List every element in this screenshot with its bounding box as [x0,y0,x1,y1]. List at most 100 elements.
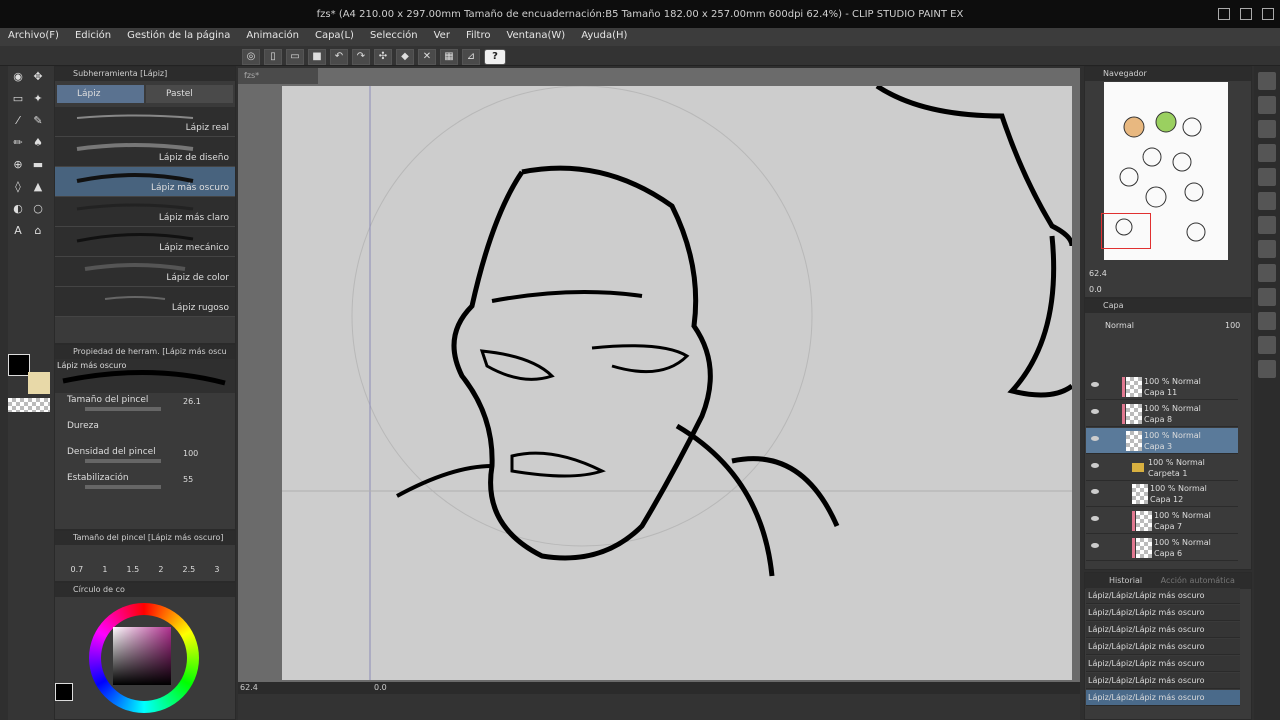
menu-gestion-pagina[interactable]: Gestión de la página [119,28,238,46]
frame-tool-icon[interactable]: ⌂ [30,223,46,239]
layer-item[interactable]: 100 % Normal Capa 8 [1086,401,1238,427]
stabilization-row[interactable]: Estabilización 55 [55,471,235,497]
navigator-viewport[interactable] [1101,213,1151,249]
folder-item[interactable]: 100 % Normal Carpeta 1 [1086,455,1238,481]
tab-historial[interactable]: Historial [1109,576,1142,585]
select-tool-icon[interactable]: ▭ [10,91,26,107]
size-preset[interactable]: 2.5 [183,565,196,574]
eye-icon[interactable] [1091,463,1099,468]
menu-edicion[interactable]: Edición [67,28,119,46]
pen-tool-icon[interactable]: ✎ [30,113,46,129]
history-item[interactable]: Lápiz/Lápiz/Lápiz más oscuro [1086,605,1240,621]
panel-icon[interactable] [1258,240,1276,258]
zoom-tool-icon[interactable]: ◉ [10,69,26,85]
brush-item[interactable]: Lápiz de diseño [55,137,235,167]
rotation-readout[interactable]: 0.0 [374,683,387,692]
panel-icon[interactable] [1258,216,1276,234]
brush-item[interactable]: Lápiz mecánico [55,227,235,257]
menu-ver[interactable]: Ver [426,28,458,46]
layer-item[interactable]: 100 % Normal Capa 12 [1086,481,1238,507]
selection-icon[interactable]: ✣ [374,49,392,65]
brush-item[interactable]: Lápiz rugoso [55,287,235,317]
save-icon[interactable]: ■ [308,49,326,65]
canvas-paper[interactable] [282,86,1072,680]
figure-icon[interactable]: ○ [30,201,46,217]
eye-icon[interactable] [1091,436,1099,441]
menu-filtro[interactable]: Filtro [458,28,499,46]
opacity-value[interactable]: 100 [1225,321,1240,330]
eye-icon[interactable] [1091,516,1099,521]
menu-archivo[interactable]: Archivo(F) [0,28,67,46]
panel-icon[interactable] [1258,336,1276,354]
stabilization-slider[interactable] [85,485,161,489]
panel-icon[interactable] [1258,360,1276,378]
history-item-selected[interactable]: Lápiz/Lápiz/Lápiz más oscuro [1086,690,1240,706]
sub-color-swatch[interactable] [28,372,50,394]
brush-size-value[interactable]: 26.1 [183,397,201,406]
eraser-icon[interactable]: ▬ [30,157,46,173]
navigator-angle[interactable]: 0.0 [1089,285,1102,294]
clip-studio-icon[interactable]: ◎ [242,49,260,65]
menu-ventana[interactable]: Ventana(W) [498,28,573,46]
brush-item[interactable]: Lápiz real [55,107,235,137]
airbrush-icon[interactable]: ⊕ [10,157,26,173]
close-icon[interactable] [1262,8,1274,20]
panel-icon[interactable] [1258,144,1276,162]
eye-icon[interactable] [1091,382,1099,387]
brush-item[interactable]: Lápiz de color [55,257,235,287]
gradient-icon[interactable]: ◐ [10,201,26,217]
navigator-zoom[interactable]: 62.4 [1089,269,1107,278]
fill-icon[interactable]: ◆ [396,49,414,65]
color-square[interactable] [113,627,171,685]
layer-item-selected[interactable]: 100 % Normal Capa 3 [1086,428,1238,454]
eye-icon[interactable] [1091,543,1099,548]
size-preset[interactable]: 3 [214,565,219,574]
zoom-readout[interactable]: 62.4 [240,683,258,692]
history-item[interactable]: Lápiz/Lápiz/Lápiz más oscuro [1086,622,1240,638]
pencil-tool-icon[interactable]: ✏ [10,135,26,151]
tab-pastel[interactable]: Pastel [146,85,233,103]
layer-item[interactable]: 100 % Normal Capa 6 [1086,535,1238,561]
ruler-icon[interactable]: ▦ [440,49,458,65]
brush-size-slider[interactable] [85,407,161,411]
layer-item[interactable]: 100 % Normal Capa 7 [1086,508,1238,534]
density-row[interactable]: Densidad del pincel 100 [55,445,235,471]
snap-icon[interactable]: ⊿ [462,49,480,65]
history-item[interactable]: Lápiz/Lápiz/Lápiz más oscuro [1086,673,1240,689]
brush-item-selected[interactable]: Lápiz más oscuro [55,167,235,197]
menu-ayuda[interactable]: Ayuda(H) [573,28,635,46]
move-tool-icon[interactable]: ✥ [30,69,46,85]
help-icon[interactable]: ? [484,49,506,65]
size-preset[interactable]: 0.7 [71,565,84,574]
eyedropper-icon[interactable]: ⁄ [10,113,26,129]
redo-icon[interactable]: ↷ [352,49,370,65]
transform-icon[interactable]: ✕ [418,49,436,65]
menu-capa[interactable]: Capa(L) [307,28,362,46]
panel-icon[interactable] [1258,96,1276,114]
blend-tool-icon[interactable]: ◊ [10,179,26,195]
panel-icon[interactable] [1258,192,1276,210]
fill-tool-icon[interactable]: ▲ [30,179,46,195]
eye-icon[interactable] [1091,409,1099,414]
color-main-swatch[interactable] [55,683,73,701]
panel-icon[interactable] [1258,264,1276,282]
density-value[interactable]: 100 [183,449,198,458]
layer-item[interactable]: 100 % Normal Capa 11 [1086,374,1238,400]
size-preset[interactable]: 1.5 [127,565,140,574]
transparent-swatch[interactable] [8,398,50,412]
brush-size-row[interactable]: Tamaño del pincel 26.1 [55,393,235,419]
tab-accion-automatica[interactable]: Acción automática [1161,576,1235,585]
stabilization-value[interactable]: 55 [183,475,193,484]
text-tool-icon[interactable]: A [10,223,26,239]
hardness-row[interactable]: Dureza [55,419,235,445]
new-file-icon[interactable]: ▯ [264,49,282,65]
undo-icon[interactable]: ↶ [330,49,348,65]
panel-icon[interactable] [1258,288,1276,306]
tab-lapiz[interactable]: Lápiz [57,85,144,103]
color-wheel[interactable] [89,603,199,713]
size-preset[interactable]: 1 [102,565,107,574]
open-icon[interactable]: ▭ [286,49,304,65]
blend-mode-select[interactable]: Normal [1105,321,1134,330]
size-preset[interactable]: 2 [158,565,163,574]
main-color-swatch[interactable] [8,354,30,376]
